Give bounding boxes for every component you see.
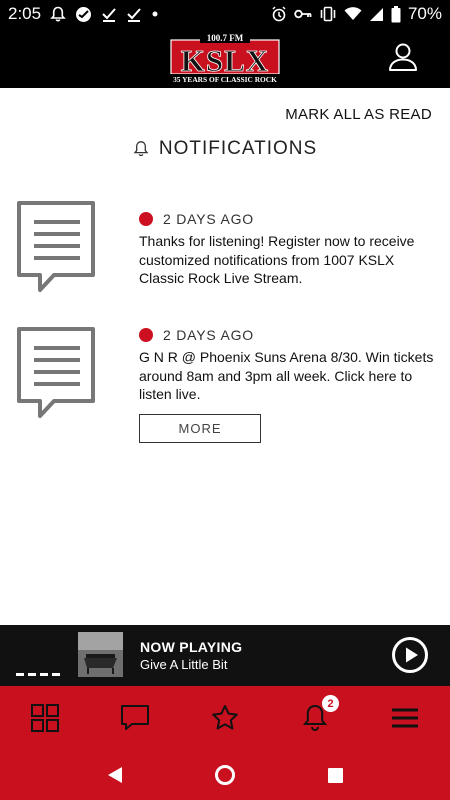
- logo-tagline: 35 YEARS OF CLASSIC ROCK: [173, 75, 277, 84]
- app-header: 100.7 FM KSLX 35 YEARS OF CLASSIC ROCK: [0, 28, 450, 88]
- status-left: 2:05: [8, 4, 159, 24]
- notification-badge: 2: [322, 695, 339, 712]
- now-playing-bar[interactable]: NOW PLAYING Give A Little Bit: [0, 625, 450, 686]
- play-icon: [392, 637, 428, 673]
- now-playing-track: Give A Little Bit: [140, 657, 228, 672]
- nav-menu[interactable]: [360, 686, 450, 750]
- system-recents-button[interactable]: [315, 755, 355, 795]
- nav-favorites[interactable]: [180, 686, 270, 750]
- more-button[interactable]: MORE: [139, 413, 261, 443]
- mark-all-as-read-button[interactable]: MARK ALL AS READ: [285, 106, 432, 123]
- bell-icon: [133, 141, 149, 157]
- system-navigation-bar: [0, 750, 450, 800]
- notification-time: 2 DAYS AGO: [163, 211, 254, 227]
- chat-icon: [121, 705, 149, 730]
- station-logo[interactable]: 100.7 FM KSLX 35 YEARS OF CLASSIC ROCK: [168, 32, 282, 84]
- notifications-content: MARK ALL AS READ NOTIFICATIONS 2 DAYS AG…: [0, 88, 450, 625]
- battery-percent: 70%: [407, 4, 442, 23]
- hamburger-menu-icon: [392, 708, 418, 728]
- profile-button[interactable]: [386, 40, 420, 74]
- unread-dot: [139, 328, 153, 342]
- notification-text: G N R @ Phoenix Suns Arena 8/30. Win tic…: [139, 349, 434, 402]
- home-circle-icon: [215, 765, 235, 785]
- system-back-button[interactable]: [95, 755, 135, 795]
- system-home-button[interactable]: [205, 755, 245, 795]
- status-bar: 2:05 70%: [0, 0, 450, 28]
- message-icon: [17, 201, 95, 292]
- notification-body: 2 DAYS AGO G N R @ Phoenix Suns Arena 8/…: [139, 326, 434, 443]
- signal-icon: [369, 7, 384, 22]
- wifi-icon: [344, 7, 362, 21]
- notification-time-row: 2 DAYS AGO: [139, 326, 434, 344]
- play-button[interactable]: [391, 636, 429, 674]
- logo-frequency: 100.7 FM: [207, 33, 244, 43]
- status-right: 70%: [271, 4, 442, 24]
- bottom-navigation: 2: [0, 686, 450, 750]
- nav-messages[interactable]: [90, 686, 180, 750]
- battery-icon: [391, 5, 401, 23]
- grid-icon: [31, 704, 59, 732]
- notifications-heading: NOTIFICATIONS: [0, 138, 450, 160]
- nav-notifications[interactable]: 2: [270, 686, 360, 750]
- message-icon: [17, 327, 95, 418]
- audio-level-indicator: [16, 673, 60, 676]
- more-dot-icon: [151, 10, 159, 18]
- alarm-icon: [271, 6, 287, 22]
- key-icon: [294, 8, 312, 20]
- notification-time-row: 2 DAYS AGO: [139, 210, 434, 228]
- recents-square-icon: [327, 767, 343, 783]
- app-status-icon: [75, 6, 92, 23]
- notification-time: 2 DAYS AGO: [163, 327, 254, 343]
- notification-text: Thanks for listening! Register now to re…: [139, 233, 415, 286]
- vibrate-icon: [319, 6, 337, 22]
- now-playing-label: NOW PLAYING: [140, 639, 243, 655]
- unread-dot: [139, 212, 153, 226]
- album-art: [78, 632, 123, 677]
- logo-station: KSLX: [181, 43, 269, 78]
- status-time: 2:05: [8, 4, 42, 23]
- notification-body: 2 DAYS AGO Thanks for listening! Registe…: [139, 210, 434, 288]
- nav-home[interactable]: [0, 686, 90, 750]
- check-status-icon-1: [101, 6, 117, 22]
- check-status-icon-2: [126, 6, 142, 22]
- page-title: NOTIFICATIONS: [158, 138, 318, 159]
- star-icon: [212, 705, 238, 730]
- user-icon: [389, 43, 417, 71]
- back-triangle-icon: [108, 767, 122, 783]
- bell-status-icon: [50, 6, 66, 23]
